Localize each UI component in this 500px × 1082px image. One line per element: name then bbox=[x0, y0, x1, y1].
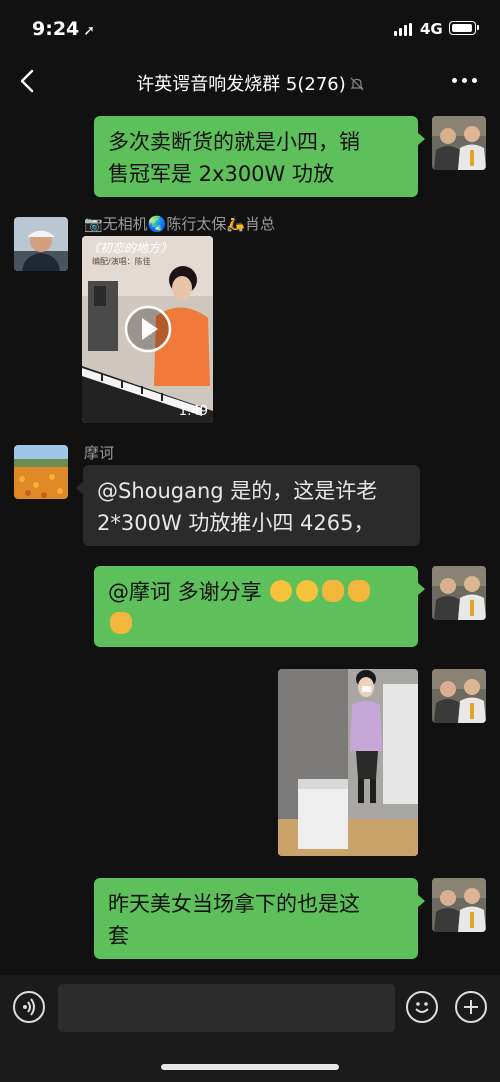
hugging-face-emoji bbox=[296, 580, 319, 602]
location-arrow-icon: ➚ bbox=[83, 23, 95, 39]
message-line: 2*300W 功放推小四 4265， bbox=[97, 511, 375, 535]
message-input[interactable] bbox=[58, 984, 395, 1032]
thumbs-up-emoji bbox=[322, 580, 345, 602]
my-avatar[interactable] bbox=[432, 878, 486, 932]
message-line: 套 bbox=[108, 924, 129, 948]
message-line: 售冠军是 2x300W 功放 bbox=[108, 162, 334, 186]
outgoing-text-bubble[interactable]: @摩诃 多谢分享 bbox=[94, 566, 425, 647]
chevron-left-icon bbox=[20, 69, 34, 93]
my-avatar[interactable] bbox=[432, 669, 486, 723]
clapping-hands-emoji bbox=[348, 580, 371, 602]
video-title: 《初恋的地方》 bbox=[88, 241, 173, 255]
status-bar: 9:24 ➚ 4G bbox=[0, 0, 500, 58]
bell-muted-icon bbox=[350, 77, 364, 94]
status-time: 9:24 ➚ bbox=[32, 18, 95, 40]
video-duration: 1:49 bbox=[178, 404, 208, 419]
voice-button[interactable] bbox=[13, 991, 45, 1023]
handshake-emoji bbox=[110, 612, 132, 634]
my-avatar[interactable] bbox=[432, 116, 486, 170]
network-type: 4G bbox=[420, 20, 443, 38]
sender-avatar[interactable] bbox=[14, 445, 68, 499]
back-button[interactable] bbox=[14, 64, 44, 98]
message-line: 多次卖断货的就是小四，销 bbox=[108, 130, 360, 154]
incoming-text-bubble[interactable]: @Shougang 是的，这是许老 2*300W 功放推小四 4265， bbox=[76, 465, 420, 546]
outgoing-text-bubble[interactable]: 多次卖断货的就是小四，销 售冠军是 2x300W 功放 bbox=[94, 116, 425, 197]
my-avatar[interactable] bbox=[432, 566, 486, 620]
signal-strength-icon bbox=[394, 23, 414, 36]
plus-circle-icon bbox=[464, 1000, 478, 1014]
message-line: 昨天美女当场拿下的也是这 bbox=[108, 892, 360, 916]
outgoing-text-bubble[interactable]: 昨天美女当场拿下的也是这 套 bbox=[94, 878, 425, 959]
voice-icon bbox=[23, 998, 35, 1016]
sender-name: 摩诃 bbox=[84, 444, 115, 462]
grinning-face-emoji bbox=[270, 580, 293, 602]
message-line: @Shougang 是的，这是许老 bbox=[97, 479, 378, 503]
video-subtitle: 编配/演唱：陈佳 bbox=[92, 257, 151, 266]
more-button[interactable] bbox=[452, 78, 478, 84]
video-message[interactable]: 《初恋的地方》 编配/演唱：陈佳 1:49 bbox=[82, 236, 213, 423]
home-indicator[interactable] bbox=[161, 1064, 339, 1070]
sender-name: 📷无相机🌏陈行太保🛵肖总 bbox=[84, 215, 276, 233]
image-message[interactable] bbox=[278, 669, 418, 856]
chat-title[interactable]: 许英谔音响发烧群 5(276) bbox=[90, 70, 410, 96]
sender-avatar[interactable] bbox=[14, 217, 68, 271]
chat-title-text: 许英谔音响发烧群 5(276) bbox=[136, 74, 346, 95]
smiley-icon bbox=[415, 1002, 429, 1013]
chat-header: 许英谔音响发烧群 5(276) bbox=[0, 58, 500, 106]
battery-icon bbox=[449, 21, 479, 35]
emoji-button[interactable] bbox=[406, 991, 438, 1023]
plus-button[interactable] bbox=[455, 991, 487, 1023]
message-line: @摩诃 多谢分享 bbox=[108, 580, 262, 604]
